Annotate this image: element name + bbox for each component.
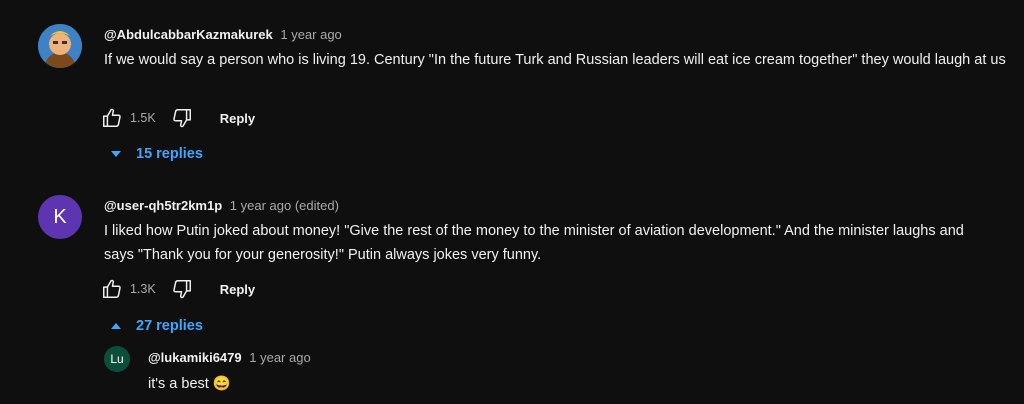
avatar[interactable]: K — [38, 195, 82, 239]
like-button[interactable] — [100, 277, 124, 301]
avatar[interactable] — [38, 24, 82, 68]
comment-author[interactable]: @user-qh5tr2km1p — [104, 198, 222, 213]
dislike-icon — [172, 109, 191, 128]
hide-replies-button[interactable]: 27 replies — [110, 318, 203, 334]
like-count: 1.3K — [130, 282, 156, 296]
comment-actions: 1.5K Reply — [100, 106, 255, 130]
replies-count-label: 27 replies — [136, 318, 203, 334]
comment-timestamp[interactable]: 1 year ago — [280, 27, 341, 42]
chevron-up-icon — [111, 323, 121, 329]
comment-text: If we would say a person who is living 1… — [104, 52, 1006, 68]
reply-author[interactable]: @lukamiki6479 — [148, 350, 242, 365]
like-count: 1.5K — [130, 111, 156, 125]
like-icon — [103, 108, 121, 127]
avatar[interactable]: Lu — [104, 346, 130, 372]
comment-author[interactable]: @AbdulcabbarKazmakurek — [104, 27, 273, 42]
dislike-button[interactable] — [170, 277, 194, 301]
avatar-image — [38, 24, 82, 68]
reply-button[interactable]: Reply — [220, 111, 255, 126]
comment-actions: 1.3K Reply — [100, 277, 255, 301]
comment-text: I liked how Putin joked about money! "Gi… — [104, 223, 964, 263]
reply-timestamp[interactable]: 1 year ago — [249, 350, 310, 365]
reply-button[interactable]: Reply — [220, 282, 255, 297]
dislike-button[interactable] — [170, 106, 194, 130]
avatar-letter: K — [53, 205, 67, 228]
comment-timestamp[interactable]: 1 year ago (edited) — [230, 198, 339, 213]
like-icon — [103, 279, 121, 298]
replies-count-label: 15 replies — [136, 146, 203, 162]
reply-text: it's a best 😄 — [148, 376, 231, 392]
chevron-down-icon — [111, 151, 121, 157]
avatar-letter: Lu — [110, 352, 124, 366]
view-replies-button[interactable]: 15 replies — [110, 146, 203, 162]
like-button[interactable] — [100, 106, 124, 130]
dislike-icon — [172, 280, 191, 299]
